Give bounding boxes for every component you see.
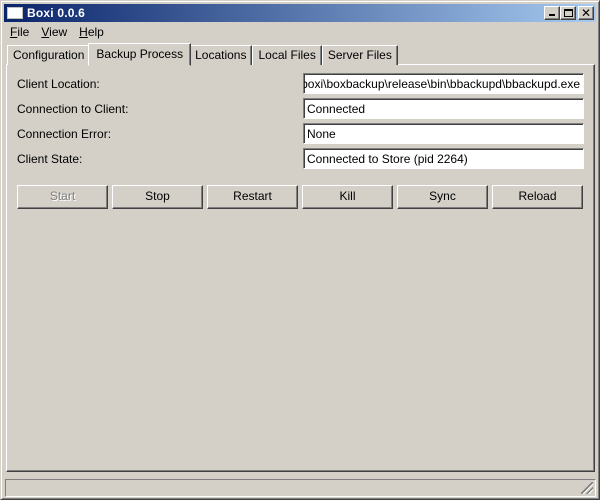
menu-help-label: elp	[87, 25, 104, 39]
connection-error-field[interactable]: None	[303, 123, 584, 144]
menu-file-label: ile	[17, 25, 30, 39]
client-state-field[interactable]: Connected to Store (pid 2264)	[303, 148, 584, 169]
minimize-icon	[549, 14, 555, 16]
menu-file[interactable]: File	[4, 23, 35, 41]
close-icon: ✕	[580, 6, 592, 20]
close-button[interactable]: ✕	[578, 6, 594, 20]
menu-view[interactable]: View	[35, 23, 73, 41]
menu-view-mnemonic: V	[41, 25, 50, 39]
sync-button[interactable]: Sync	[397, 185, 488, 209]
client-state-label: Client State:	[17, 152, 83, 166]
minimize-button[interactable]	[544, 6, 560, 20]
menu-help-mnemonic: H	[79, 25, 88, 39]
connection-to-client-field[interactable]: Connected	[303, 98, 584, 119]
resize-grip-icon[interactable]	[581, 482, 593, 494]
reload-button[interactable]: Reload	[492, 185, 583, 209]
status-bar	[5, 479, 596, 497]
main-window: Boxi 0.0.6 ✕ File View Help Configuratio…	[0, 0, 600, 500]
tab-configuration[interactable]: Configuration	[7, 45, 91, 65]
menu-bar: File View Help	[4, 23, 110, 41]
maximize-icon	[564, 9, 573, 17]
restart-button[interactable]: Restart	[207, 185, 298, 209]
tab-bar: Configuration Backup Process Locations L…	[7, 43, 398, 66]
tab-server-files[interactable]: Server Files	[321, 45, 398, 65]
tab-local-files[interactable]: Local Files	[252, 45, 322, 65]
stop-button[interactable]: Stop	[112, 185, 203, 209]
app-icon	[7, 7, 23, 19]
client-location-value: on\boxi\boxbackup\release\bin\bbackupd\b…	[303, 77, 580, 91]
title-bar[interactable]: Boxi 0.0.6 ✕	[4, 4, 596, 22]
menu-view-label: iew	[49, 25, 68, 39]
maximize-button[interactable]	[560, 6, 576, 20]
client-location-field[interactable]: on\boxi\boxbackup\release\bin\bbackupd\b…	[303, 73, 584, 94]
client-location-label: Client Location:	[17, 77, 100, 91]
window-title: Boxi 0.0.6	[27, 6, 86, 20]
connection-to-client-label: Connection to Client:	[17, 102, 129, 116]
kill-button[interactable]: Kill	[302, 185, 393, 209]
tab-locations[interactable]: Locations	[189, 45, 253, 65]
start-button[interactable]: Start	[17, 185, 108, 209]
menu-help[interactable]: Help	[73, 23, 110, 41]
connection-error-label: Connection Error:	[17, 127, 112, 141]
tab-backup-process[interactable]: Backup Process	[88, 43, 192, 66]
window-controls: ✕	[544, 6, 594, 20]
process-button-row: Start Stop Restart Kill Sync Reload	[17, 185, 587, 209]
